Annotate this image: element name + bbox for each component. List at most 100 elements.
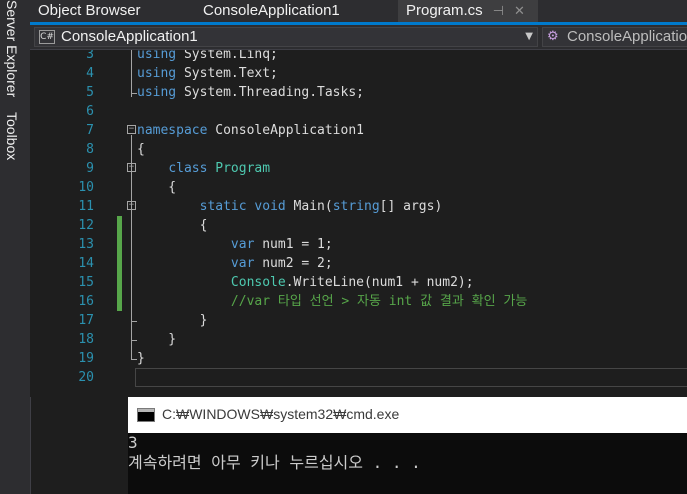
tab-program-cs[interactable]: Program.cs ⊣ ✕ bbox=[398, 0, 538, 22]
code-text: var num1 = 1; bbox=[137, 235, 333, 254]
current-line-highlight bbox=[135, 368, 687, 387]
code-text: } bbox=[137, 311, 208, 330]
line-number: 7 bbox=[86, 123, 94, 138]
keyword-token: using bbox=[137, 85, 177, 100]
console-window[interactable]: C:₩WINDOWS₩system32₩cmd.exe 3 계속하려면 아무 키… bbox=[128, 397, 687, 494]
code-line[interactable]: 10 { bbox=[30, 178, 687, 197]
outline-guide-end bbox=[131, 359, 137, 360]
code-line[interactable]: 20 bbox=[30, 368, 687, 387]
code-text: namespace ConsoleApplication1 bbox=[137, 121, 364, 140]
code-line[interactable]: 15 Console.WriteLine(num1 + num2); bbox=[30, 273, 687, 292]
code-text: } bbox=[137, 330, 176, 349]
navigation-bar: C# ConsoleApplication1 ▼ ⚙ ConsoleApplic… bbox=[30, 25, 687, 50]
code-line[interactable]: 13 var num1 = 1; bbox=[30, 235, 687, 254]
code-text: var num2 = 2; bbox=[137, 254, 333, 273]
line-number: 6 bbox=[86, 104, 94, 119]
member-dropdown[interactable]: ⚙ ConsoleApplicatio bbox=[542, 27, 687, 47]
code-line[interactable]: 14 var num2 = 2; bbox=[30, 254, 687, 273]
keyword-token: namespace bbox=[137, 123, 208, 138]
outline-guide-end bbox=[131, 321, 137, 322]
code-token: System.Linq; bbox=[176, 50, 278, 62]
code-text: using System.Text; bbox=[137, 64, 278, 83]
line-number: 8 bbox=[86, 142, 94, 157]
code-line[interactable]: 12 { bbox=[30, 216, 687, 235]
line-number: 9 bbox=[86, 161, 94, 176]
outline-guide-end bbox=[131, 340, 137, 341]
code-line[interactable]: 5 using System.Threading.Tasks; bbox=[30, 83, 687, 102]
keyword-token: var bbox=[230, 256, 255, 271]
line-number: 20 bbox=[78, 370, 94, 385]
outline-guide bbox=[131, 249, 132, 321]
close-icon[interactable]: ✕ bbox=[514, 3, 525, 18]
member-dropdown-label: ConsoleApplicatio bbox=[567, 28, 687, 45]
change-indicator bbox=[117, 273, 122, 292]
code-token: .WriteLine(num1 + num2); bbox=[285, 275, 474, 290]
line-number: 14 bbox=[78, 256, 94, 271]
document-tab-bar: Object Browser ConsoleApplication1 Progr… bbox=[30, 0, 687, 22]
project-dropdown[interactable]: C# ConsoleApplication1 ▼ bbox=[34, 27, 538, 47]
tab-label: Object Browser bbox=[38, 2, 141, 19]
code-token: System.Threading.Tasks; bbox=[176, 85, 364, 100]
code-line[interactable]: 18 } bbox=[30, 330, 687, 349]
line-number: 17 bbox=[78, 313, 94, 328]
tab-label: Program.cs bbox=[406, 2, 483, 19]
line-number: 16 bbox=[78, 294, 94, 309]
outline-guide bbox=[131, 50, 132, 97]
code-line[interactable]: 3 using System.Linq; bbox=[30, 50, 687, 64]
line-number: 4 bbox=[86, 66, 94, 81]
collapse-icon[interactable]: − bbox=[127, 125, 136, 134]
code-line[interactable]: 7 − namespace ConsoleApplication1 bbox=[30, 121, 687, 140]
toolbox-tab[interactable]: Toolbox bbox=[4, 112, 20, 160]
line-number: 12 bbox=[78, 218, 94, 233]
code-token: } bbox=[137, 332, 177, 347]
comment-token: //var 타입 선언 > 자동 int 값 결과 확인 가능 bbox=[230, 294, 528, 309]
keyword-token: static bbox=[199, 199, 247, 214]
project-dropdown-label: ConsoleApplication1 bbox=[61, 28, 198, 45]
code-text: using System.Linq; bbox=[137, 50, 278, 64]
console-output[interactable]: 3 계속하려면 아무 키나 누르십시오 . . . bbox=[128, 433, 687, 494]
code-token: Main( bbox=[285, 199, 333, 214]
change-indicator bbox=[117, 235, 122, 254]
tab-object-browser[interactable]: Object Browser bbox=[30, 0, 195, 22]
line-number: 5 bbox=[86, 85, 94, 100]
code-line[interactable]: 17 } bbox=[30, 311, 687, 330]
code-line[interactable]: 6 bbox=[30, 102, 687, 121]
cmd-icon bbox=[137, 408, 155, 422]
code-line[interactable]: 16 //var 타입 선언 > 자동 int 값 결과 확인 가능 bbox=[30, 292, 687, 311]
type-token: Program bbox=[215, 161, 271, 176]
code-text: { bbox=[137, 216, 208, 235]
code-line[interactable]: 9− class Program bbox=[30, 159, 687, 178]
keyword-token: void bbox=[254, 199, 286, 214]
code-token: { bbox=[137, 180, 177, 195]
chevron-down-icon: ▼ bbox=[525, 31, 533, 42]
side-tool-strip: Server Explorer Toolbox bbox=[0, 0, 31, 494]
line-number: 13 bbox=[78, 237, 94, 252]
line-number: 15 bbox=[78, 275, 94, 290]
code-token: ConsoleApplication1 bbox=[207, 123, 364, 138]
tab-console-application[interactable]: ConsoleApplication1 bbox=[195, 0, 398, 22]
console-title-bar[interactable]: C:₩WINDOWS₩system32₩cmd.exe bbox=[128, 397, 687, 433]
code-line[interactable]: 4 using System.Text; bbox=[30, 64, 687, 83]
line-number: 19 bbox=[78, 351, 94, 366]
code-token: } bbox=[137, 351, 145, 366]
tab-label: ConsoleApplication1 bbox=[203, 2, 340, 19]
pin-icon[interactable]: ⊣ bbox=[493, 3, 504, 18]
console-output-line: 계속하려면 아무 키나 누르십시오 . . . bbox=[128, 453, 421, 472]
keyword-token: string bbox=[332, 199, 380, 214]
code-editor[interactable]: 3 using System.Linq; 4 using System.Text; 5 u… bbox=[30, 50, 687, 397]
console-output-line: 3 bbox=[128, 433, 138, 452]
code-text: { bbox=[137, 178, 176, 197]
server-explorer-tab[interactable]: Server Explorer bbox=[4, 0, 20, 97]
line-number: 10 bbox=[78, 180, 94, 195]
code-token: { bbox=[137, 218, 208, 233]
code-line[interactable]: 19} bbox=[30, 349, 687, 368]
code-line[interactable]: 8{ bbox=[30, 140, 687, 159]
outline-guide-end bbox=[131, 93, 137, 94]
code-line[interactable]: 11− static void Main(string[] args) bbox=[30, 197, 687, 216]
code-token: num2 = 2; bbox=[254, 256, 333, 271]
